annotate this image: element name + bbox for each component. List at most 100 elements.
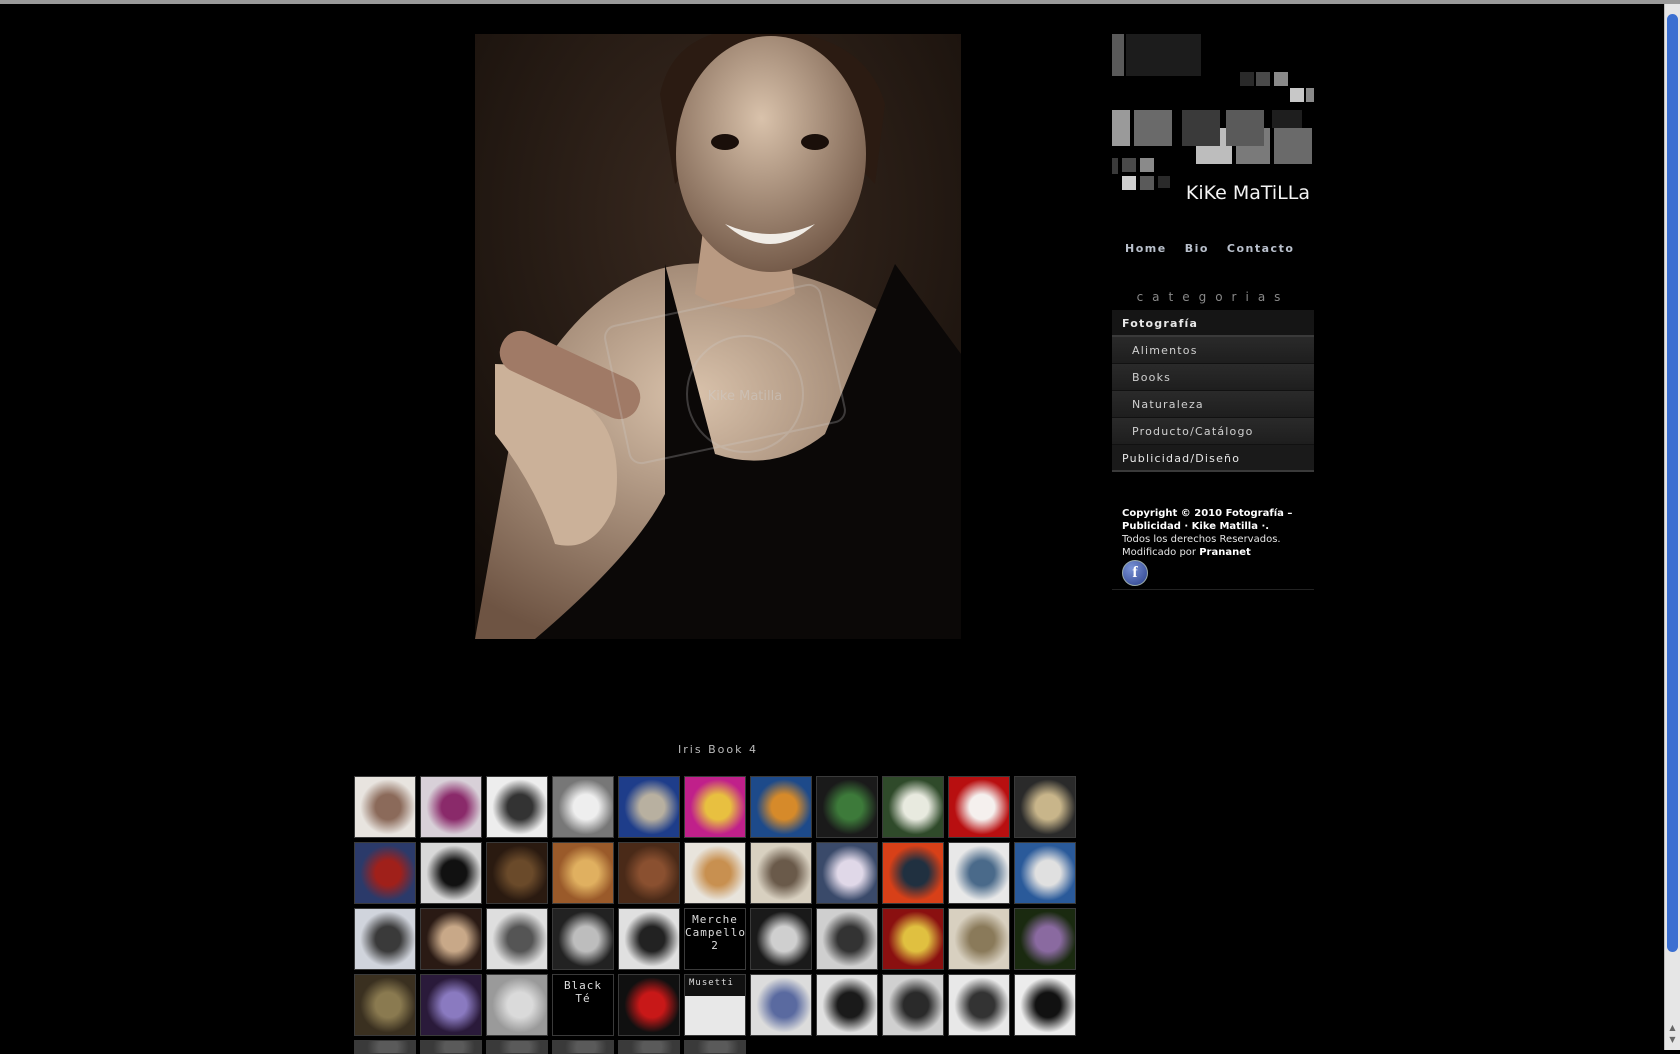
thumbnail-47[interactable] — [486, 1040, 548, 1054]
thumbnail-5[interactable] — [618, 776, 680, 838]
rights-line: Todos los derechos Reservados. — [1122, 534, 1281, 545]
thumbnail-14[interactable] — [486, 842, 548, 904]
thumbnail-49[interactable] — [618, 1040, 680, 1054]
logo-square — [1274, 128, 1312, 164]
main-photo[interactable]: Kike Matilla — [475, 34, 961, 639]
scrollbar-thumb[interactable] — [1667, 14, 1678, 952]
thumbnail-label: Black Té — [563, 979, 603, 1005]
logo-square — [1140, 158, 1154, 172]
thumbnail-29[interactable] — [750, 908, 812, 970]
logo-square — [1122, 158, 1136, 172]
thumbnail-22[interactable] — [1014, 842, 1076, 904]
logo-square — [1112, 110, 1130, 146]
thumbnail-6[interactable] — [684, 776, 746, 838]
logo-square — [1112, 34, 1124, 76]
logo-square — [1134, 110, 1172, 146]
thumbnail-12[interactable] — [354, 842, 416, 904]
thumbnail-40[interactable] — [750, 974, 812, 1036]
logo-square — [1158, 176, 1170, 188]
thumbnail-36[interactable] — [486, 974, 548, 1036]
scroll-up-icon[interactable]: ▲ — [1668, 1024, 1677, 1032]
thumbnail-11[interactable] — [1014, 776, 1076, 838]
thumbnail-30[interactable] — [816, 908, 878, 970]
vertical-scrollbar[interactable]: ▲ ▼ — [1664, 4, 1680, 1050]
menu-item-producto-catalogo[interactable]: Producto/Catálogo — [1112, 418, 1314, 445]
logo-square — [1272, 110, 1302, 128]
thumbnail-13[interactable] — [420, 842, 482, 904]
prananet-link[interactable]: Prananet — [1199, 547, 1251, 558]
thumbnail-10[interactable] — [948, 776, 1010, 838]
thumbnail-39[interactable]: Musetti — [684, 974, 746, 1036]
menu-item-alimentos[interactable]: Alimentos — [1112, 337, 1314, 364]
thumbnail-34[interactable] — [354, 974, 416, 1036]
logo-square — [1226, 110, 1264, 146]
thumbnail-label: Musetti — [689, 978, 734, 988]
browser-top-edge — [0, 0, 1680, 4]
nav-contacto[interactable]: Contacto — [1227, 242, 1294, 255]
logo-square — [1182, 110, 1220, 146]
logo-square — [1126, 34, 1201, 76]
thumbnail-31[interactable] — [882, 908, 944, 970]
copyright-line: Copyright © 2010 Fotografía – Publicidad… — [1122, 508, 1293, 532]
logo-square — [1306, 88, 1314, 102]
logo-square — [1140, 176, 1154, 190]
thumbnail-16[interactable] — [618, 842, 680, 904]
thumbnail-7[interactable] — [750, 776, 812, 838]
thumbnail-45[interactable] — [354, 1040, 416, 1054]
thumbnail-43[interactable] — [948, 974, 1010, 1036]
thumbnail-46[interactable] — [420, 1040, 482, 1054]
footer-text: Copyright © 2010 Fotografía – Publicidad… — [1122, 507, 1314, 559]
categories-title: categorias — [1136, 290, 1290, 304]
thumbnail-15[interactable] — [552, 842, 614, 904]
thumbnail-25[interactable] — [486, 908, 548, 970]
thumbnail-19[interactable] — [816, 842, 878, 904]
thumbnail-41[interactable] — [816, 974, 878, 1036]
menu-item-books[interactable]: Books — [1112, 364, 1314, 391]
thumbnail-33[interactable] — [1014, 908, 1076, 970]
thumbnail-42[interactable] — [882, 974, 944, 1036]
thumbnail-32[interactable] — [948, 908, 1010, 970]
thumbnail-38[interactable] — [618, 974, 680, 1036]
logo-square — [1240, 72, 1254, 86]
site-logo[interactable]: KiKe MaTiLLa — [1112, 34, 1314, 209]
thumbnail-8[interactable] — [816, 776, 878, 838]
thumbnail-37[interactable]: Black Té — [552, 974, 614, 1036]
photo-caption: Iris Book 4 — [678, 743, 758, 756]
thumbnail-28[interactable]: Merche Campello 2 — [684, 908, 746, 970]
thumbnail-17[interactable] — [684, 842, 746, 904]
thumbnail-50[interactable] — [684, 1040, 746, 1054]
scroll-down-icon[interactable]: ▼ — [1668, 1036, 1677, 1044]
thumbnail-21[interactable] — [948, 842, 1010, 904]
thumbnail-20[interactable] — [882, 842, 944, 904]
thumbnail-27[interactable] — [618, 908, 680, 970]
modified-by-label: Modificado por — [1122, 547, 1200, 558]
watermark-text: Kike Matilla — [708, 389, 782, 404]
logo-square — [1112, 158, 1118, 174]
thumbnail-26[interactable] — [552, 908, 614, 970]
category-menu: Fotografía Alimentos Books Naturaleza Pr… — [1112, 310, 1314, 472]
thumbnail-1[interactable] — [354, 776, 416, 838]
thumbnail-44[interactable] — [1014, 974, 1076, 1036]
logo-square — [1256, 72, 1270, 86]
nav-home[interactable]: Home — [1125, 242, 1167, 255]
menu-item-fotografia[interactable]: Fotografía — [1112, 310, 1314, 337]
logo-square — [1274, 72, 1288, 86]
thumbnail-24[interactable] — [420, 908, 482, 970]
thumbnail-23[interactable] — [354, 908, 416, 970]
logo-square — [1122, 176, 1136, 190]
thumbnail-48[interactable] — [552, 1040, 614, 1054]
nav-bio[interactable]: Bio — [1185, 242, 1209, 255]
thumbnail-35[interactable] — [420, 974, 482, 1036]
logo-square — [1290, 88, 1304, 102]
top-nav: Home Bio Contacto — [1125, 242, 1294, 255]
facebook-icon[interactable]: f — [1122, 560, 1148, 586]
thumbnail-9[interactable] — [882, 776, 944, 838]
menu-item-publicidad-diseno[interactable]: Publicidad/Diseño — [1112, 445, 1314, 472]
thumbnail-18[interactable] — [750, 842, 812, 904]
footer-divider — [1112, 589, 1314, 590]
thumbnail-label: Merche Campello 2 — [685, 913, 746, 952]
thumbnail-2[interactable] — [420, 776, 482, 838]
menu-item-naturaleza[interactable]: Naturaleza — [1112, 391, 1314, 418]
thumbnail-3[interactable] — [486, 776, 548, 838]
thumbnail-4[interactable] — [552, 776, 614, 838]
